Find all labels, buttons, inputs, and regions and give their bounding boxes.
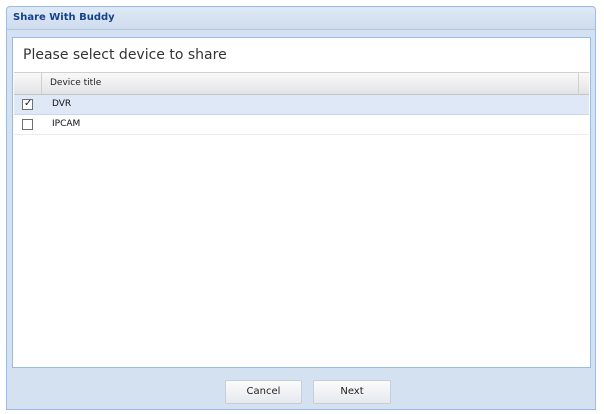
header-end-column <box>578 73 589 94</box>
device-title-cell: IPCAM <box>52 119 81 129</box>
next-button[interactable]: Next <box>313 380 391 404</box>
dialog-title: Share With Buddy <box>13 12 115 23</box>
column-header-device-title[interactable]: Device title <box>50 78 101 88</box>
select-device-prompt: Please select device to share <box>23 47 227 63</box>
row-checkbox-ipcam[interactable] <box>22 119 33 130</box>
device-title-cell: DVR <box>52 99 72 109</box>
device-grid: Device title ✓ DVR IPCAM <box>14 72 589 135</box>
checkmark-icon: ✓ <box>24 98 33 109</box>
row-checkbox-dvr[interactable]: ✓ <box>22 99 33 110</box>
grid-header: Device title <box>14 72 589 95</box>
table-row[interactable]: ✓ DVR <box>14 95 589 115</box>
share-with-buddy-dialog: Share With Buddy Please select device to… <box>6 6 596 410</box>
table-row[interactable]: IPCAM <box>14 115 589 135</box>
dialog-body: Please select device to share Device tit… <box>12 37 591 368</box>
dialog-title-bar[interactable]: Share With Buddy <box>7 7 595 30</box>
cancel-button[interactable]: Cancel <box>225 380 302 404</box>
header-checkbox-column <box>14 73 42 94</box>
